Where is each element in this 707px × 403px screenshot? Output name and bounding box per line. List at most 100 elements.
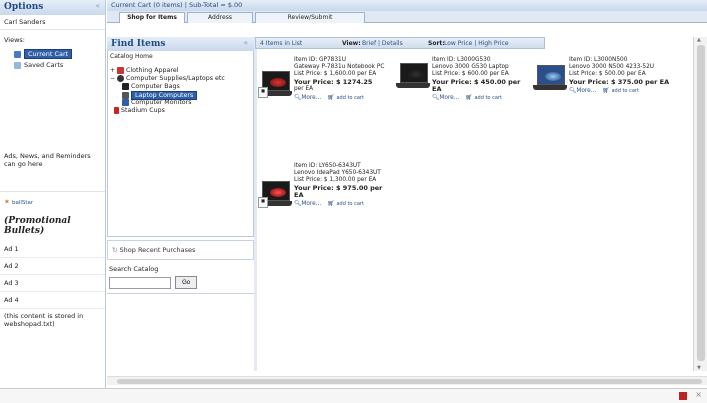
add-to-cart-button[interactable]: 🛒︎ add to cart [327,201,364,208]
ad-1: Ad 1 [0,241,105,258]
badge-icon: ■ [258,87,268,98]
cart-summary-text: Current Cart (0 items) | Sub-Total = $.0… [111,1,243,9]
category-computer-bags[interactable]: Computer Bags [122,83,180,90]
view-label-saved: Saved Carts [24,61,64,69]
more-label: More... [439,95,460,102]
view-label: View: [342,40,361,47]
cart-summary: Current Cart (0 items) | Sub-Total = $.0… [107,0,707,11]
tab-address[interactable]: Address [187,12,253,23]
add-to-cart-button[interactable]: 🛒︎ add to cart [602,88,639,95]
cart-icon: 🛒︎ [327,201,335,208]
view-label-current: Current Cart [24,49,73,59]
scroll-up-icon[interactable]: ▲ [697,37,701,43]
more-link[interactable]: 🔍︎More... [294,201,321,208]
view-current-cart[interactable]: Current Cart [14,48,105,60]
more-label: More... [301,95,322,102]
flag-icon[interactable] [679,392,687,400]
item-id: Item ID: LY650-6343UT [294,163,361,169]
cup-icon [114,107,119,114]
add-to-cart-button[interactable]: 🛒︎ add to cart [465,95,502,102]
history-icon: ↻ [112,246,118,254]
more-link[interactable]: 🔍︎More... [294,95,321,102]
vertical-scrollbar[interactable]: ▲ ▼ [693,37,707,371]
cart-icon [14,50,21,58]
product-image[interactable]: ■ [258,69,292,103]
ballstar-link[interactable]: ✶ ballStar [0,192,105,212]
panel-splitter[interactable] [254,37,257,371]
sort-label: Sort: [428,40,445,47]
ad-3: Ad 3 [0,275,105,292]
badge-icon: ■ [258,197,268,208]
catalog-home-link[interactable]: Catalog Home [110,53,153,60]
scroll-thumb[interactable] [117,379,702,384]
options-title: Options [4,2,44,12]
product-image[interactable] [533,63,567,97]
ballstar-label: ballStar [11,200,34,206]
your-price: Your Price: $ 1274.25 [294,77,373,86]
stored-note: (this content is stored in webshopad.txt… [4,311,84,328]
your-price: Your Price: $ 375.00 per EA [569,77,670,86]
go-button[interactable]: Go [175,276,198,289]
product-image[interactable] [396,61,430,95]
category-stadium-cups[interactable]: Stadium Cups [114,107,165,114]
your-price: Your Price: $ 975.00 per EA [294,183,383,199]
find-items-title: Find Items [111,39,166,49]
saved-carts-icon [14,61,21,69]
ads-info: Ads, News, and Reminders can go here [0,92,105,192]
search-catalog: Search Catalog Go [107,262,254,294]
horizontal-scrollbar[interactable] [107,376,707,385]
recent-label: Shop Recent Purchases [119,246,196,254]
laptop-icon [122,92,129,99]
close-icon[interactable]: × [695,390,702,399]
add-to-cart-button[interactable]: 🛒︎ add to cart [327,95,364,102]
product-name: Lenovo 3000 G530 Laptop [432,64,509,71]
category-label: Clothing Apparel [126,67,179,74]
more-label: More... [301,201,322,208]
scroll-down-icon[interactable]: ▼ [697,365,701,371]
expand-icon[interactable]: + [110,67,115,74]
category-computer-monitors[interactable]: Computer Monitors [122,99,192,106]
apparel-icon [117,67,125,74]
listing-toolbar: 4 Items in List View: Brief | Details So… [255,37,545,49]
computer-icon [117,75,125,82]
category-clothing[interactable]: + Clothing Apparel [110,67,178,74]
category-label: Computer Bags [131,83,180,90]
tab-shop[interactable]: Shop for Items [119,12,185,23]
scroll-thumb[interactable] [697,45,705,361]
more-link[interactable]: 🔍︎More... [432,95,459,102]
find-items-header: Find Items « [107,37,254,51]
cart-icon: 🛒︎ [602,87,610,94]
product-name: Lenovo IdeaPad Y650-6343UT [294,170,381,177]
add-label: add to cart [336,201,364,208]
search-input[interactable] [109,276,171,289]
find-items-panel: Catalog Home + Clothing Apparel − Comput… [107,37,254,237]
promo-text: (Promotional Bullets) [4,216,71,237]
category-label: Stadium Cups [121,107,165,114]
add-label: add to cart [611,87,639,94]
options-header: Options « [0,0,105,15]
item-count: 4 Items in List [260,40,303,47]
monitor-icon [122,99,129,106]
product-image[interactable]: ■ [258,179,292,213]
more-link[interactable]: 🔍︎More... [569,88,596,95]
price-unit: per EA [294,85,314,92]
ad-4: Ad 4 [0,292,105,309]
ad-2: Ad 2 [0,258,105,275]
star-icon: ✶ [4,198,10,206]
category-computer-supplies[interactable]: − Computer Supplies/Laptops etc [110,75,225,82]
view-saved-carts[interactable]: Saved Carts [14,60,105,70]
category-label: Computer Supplies/Laptops etc [126,75,225,82]
product-name: Lenovo 3000 N500 4233-52U [569,64,655,71]
more-label: More... [576,87,597,94]
item-id: Item ID: GP7831U [294,57,346,63]
collapse-tree-icon[interactable]: − [110,75,115,82]
sort-options[interactable]: Low Price | High Price [444,39,509,49]
shop-recent-purchases[interactable]: ↻ Shop Recent Purchases [107,240,254,260]
view-options[interactable]: Brief | Details [362,39,403,49]
tab-review[interactable]: Review/Submit [255,12,365,23]
collapse-icon[interactable]: « [96,2,100,10]
item-id: Item ID: L3000N500 [569,57,628,63]
status-bar: × [0,388,707,403]
product-card: Item ID: L3000N500 Lenovo 3000 N500 4233… [533,57,683,147]
collapse-icon[interactable]: « [244,39,248,47]
